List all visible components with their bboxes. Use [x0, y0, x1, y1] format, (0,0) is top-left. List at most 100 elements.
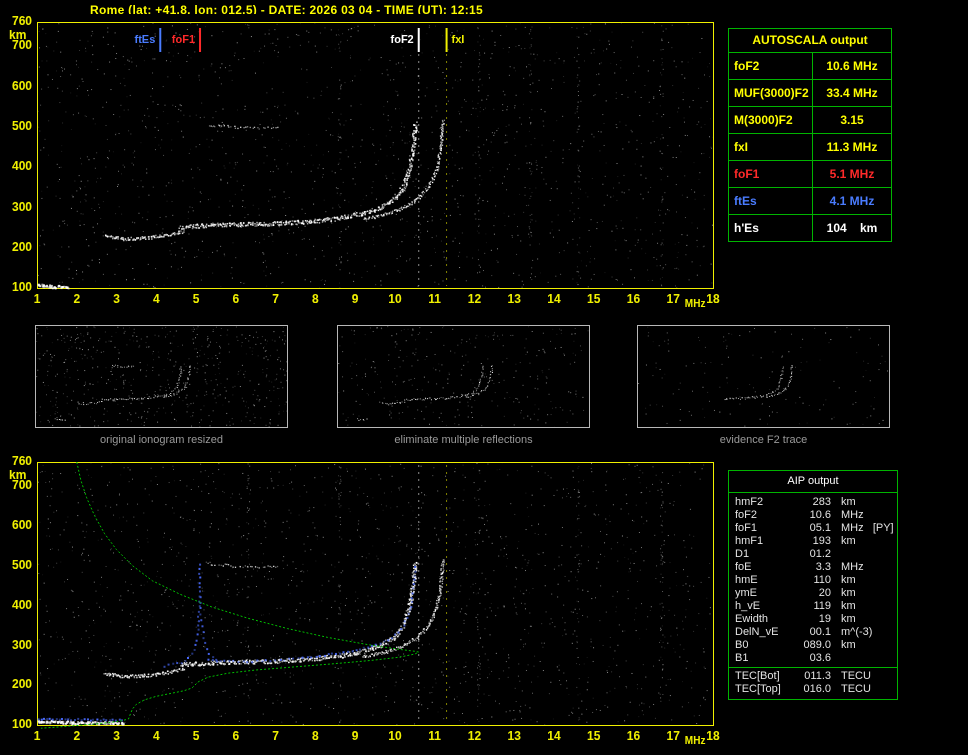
param-unit [831, 548, 861, 561]
param-label: foF2 [729, 53, 813, 79]
param-label: ftEs [729, 188, 813, 214]
param-value: 193 [812, 535, 831, 547]
bottom-ionogram-canvas [0, 452, 753, 755]
table-row: foF1 05.1 MHz [PY] [735, 522, 894, 535]
table-row: hmF1 193 km [735, 535, 891, 548]
param-value: 19 [818, 613, 831, 625]
table-row: B1 03.6 [735, 652, 891, 665]
table-row: foE 3.3 MHz [735, 561, 891, 574]
param-label: fxI [729, 134, 813, 160]
param-extra [864, 509, 894, 522]
thumbnail-f2-trace [637, 325, 890, 428]
thumbnail-caption: original ionogram resized [100, 434, 223, 446]
param-label: hmF2 [735, 496, 764, 508]
param-label: foF1 [729, 161, 813, 187]
param-label: TEC[Top] [735, 683, 781, 695]
table-row: fxI 11.3 MHz [729, 134, 891, 161]
param-value: 104 km [826, 221, 878, 235]
param-extra [861, 639, 891, 652]
param-extra [861, 535, 891, 548]
param-label: M(3000)F2 [729, 107, 813, 133]
param-label: h'Es [729, 215, 813, 241]
param-unit: km [841, 639, 856, 651]
param-label: ymE [735, 587, 757, 599]
param-value: 10.6 [809, 509, 831, 521]
autoscala-screen: Rome (lat: +41.8, lon: 012.5) - DATE: 20… [0, 0, 968, 755]
thumbnail-eliminate-reflections [337, 325, 590, 428]
param-extra [861, 652, 891, 665]
param-value: 119 [813, 600, 831, 612]
param-unit: MHz [841, 561, 864, 573]
param-value: 110 [813, 574, 831, 586]
param-value: 5.1 MHz [829, 167, 875, 181]
param-value: 089.0 [803, 639, 831, 651]
param-unit: MHz [841, 522, 864, 534]
param-unit: km [841, 587, 856, 599]
param-label: hmE [735, 574, 758, 586]
param-label: TEC[Bot] [735, 670, 780, 682]
autoscala-table: AUTOSCALA output foF2 10.6 MHz MUF(3000)… [728, 28, 892, 242]
param-extra [861, 613, 891, 626]
autoscala-table-title: AUTOSCALA output [729, 29, 891, 53]
table-row: TEC[Bot] 011.3 TECU [735, 670, 891, 683]
table-row: ftEs 4.1 MHz [729, 188, 891, 215]
param-value: 33.4 MHz [826, 86, 878, 100]
param-unit: km [841, 496, 856, 508]
table-row: foF2 10.6 MHz [735, 509, 891, 522]
table-row: Ewidth 19 km [735, 613, 891, 626]
param-extra [871, 683, 901, 696]
table-row: M(3000)F2 3.15 [729, 107, 891, 134]
param-value: 3.15 [840, 113, 864, 127]
param-label: D1 [735, 548, 750, 560]
aip-tec-section: TEC[Bot] 011.3 TECU TEC[Top] 016.0 TECU [729, 667, 897, 699]
thumbnail-caption: evidence F2 trace [719, 434, 808, 446]
param-value: 4.1 MHz [829, 194, 875, 208]
param-value: 03.6 [809, 652, 831, 664]
param-value: 11.3 MHz [826, 140, 878, 154]
param-unit: MHz [841, 509, 864, 521]
param-unit: km [841, 574, 856, 586]
param-label: h_vE [735, 600, 761, 612]
param-unit: km [841, 535, 856, 547]
table-row: ymE 20 km [735, 587, 891, 600]
param-extra: [PY] [872, 522, 894, 534]
table-row: hmE 110 km [735, 574, 891, 587]
param-value: 3.3 [815, 561, 831, 573]
param-extra [861, 574, 891, 587]
table-row: h_vE 119 km [735, 600, 891, 613]
param-label: foF2 [735, 509, 758, 521]
param-unit: km [841, 600, 856, 612]
param-value: 283 [812, 496, 831, 508]
param-unit: TECU [841, 683, 871, 695]
param-value: 00.1 [809, 626, 831, 638]
param-unit: TECU [841, 670, 871, 682]
param-value: 20 [818, 587, 831, 599]
thumbnail-original-ionogram [35, 325, 288, 428]
param-label: B1 [735, 652, 749, 664]
param-unit: km [841, 613, 856, 625]
table-row: foF1 5.1 MHz [729, 161, 891, 188]
param-label: foF1 [735, 522, 758, 534]
thumbnail-caption: eliminate multiple reflections [394, 434, 533, 446]
param-extra [861, 548, 891, 561]
param-label: MUF(3000)F2 [729, 80, 813, 106]
param-label: B0 [735, 639, 749, 651]
table-row: TEC[Top] 016.0 TECU [735, 683, 891, 696]
param-label: Ewidth [735, 613, 769, 625]
table-row: hmF2 283 km [735, 496, 891, 509]
param-value: 011.3 [804, 670, 831, 682]
param-extra [871, 670, 901, 683]
table-row: B0 089.0 km [735, 639, 891, 652]
table-row: D1 01.2 [735, 548, 891, 561]
param-value: 01.2 [809, 548, 831, 560]
table-row: h'Es 104 km [729, 215, 891, 241]
param-unit [831, 652, 861, 665]
param-extra [861, 600, 891, 613]
table-row: DelN_vE 00.1 m^(-3) [735, 626, 891, 639]
param-label: DelN_vE [735, 626, 779, 638]
param-extra [872, 626, 902, 639]
aip-rows: hmF2 283 km foF2 10.6 MHz foF1 05.1 MHz … [729, 493, 897, 667]
param-label: hmF1 [735, 535, 764, 547]
param-extra [864, 561, 894, 574]
table-row: foF2 10.6 MHz [729, 53, 891, 80]
